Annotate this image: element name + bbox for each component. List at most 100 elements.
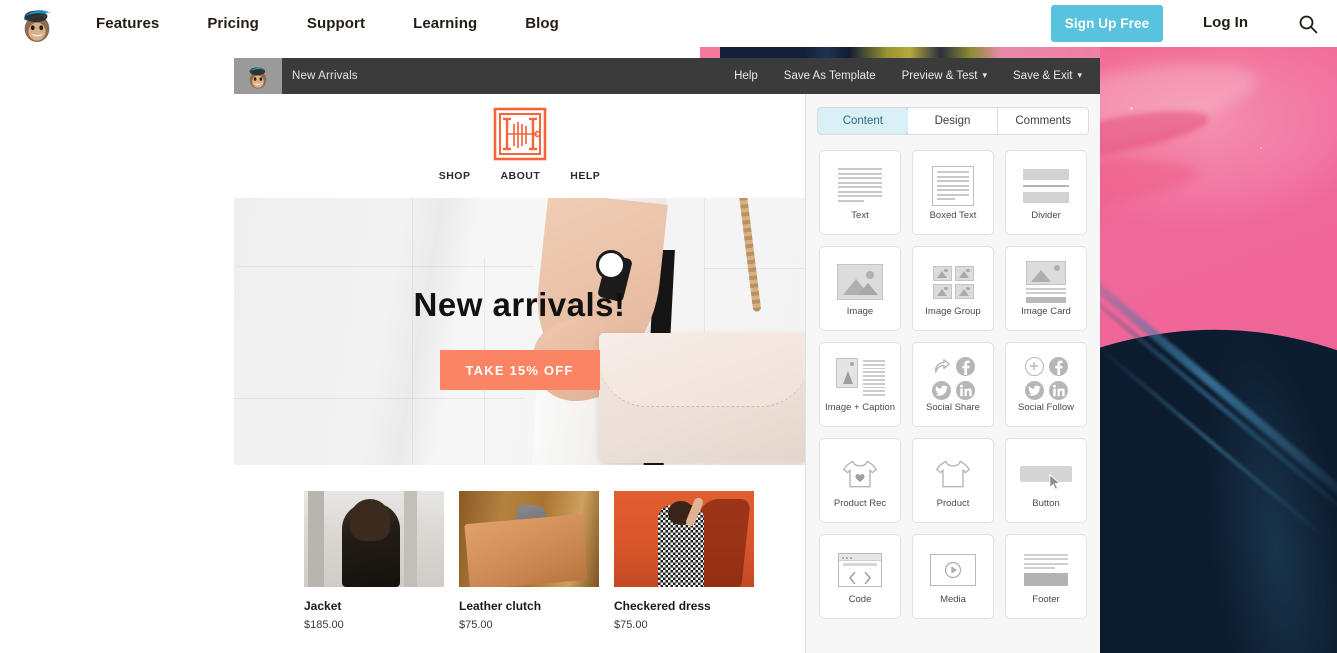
preview-and-test-label: Preview & Test bbox=[901, 70, 978, 82]
email-nav-help[interactable]: HELP bbox=[570, 170, 600, 182]
sign-up-free-button[interactable]: Sign Up Free bbox=[1051, 5, 1163, 42]
product-item[interactable]: Checkered dress $75.00 bbox=[614, 491, 754, 631]
editor-actions: Help Save As Template Preview & Test ▾ Sa… bbox=[708, 70, 1100, 82]
product-price: $75.00 bbox=[614, 619, 648, 631]
marble-speck bbox=[1260, 147, 1262, 149]
nav-link-features[interactable]: Features bbox=[96, 15, 159, 32]
tab-content[interactable]: Content bbox=[818, 108, 909, 134]
background-image-sliver bbox=[720, 47, 1100, 58]
content-block-list: Text Boxed Text Divider Image Image Grou… bbox=[806, 135, 1100, 634]
block-label: Image Card bbox=[1021, 306, 1071, 317]
email-nav-links: SHOP ABOUT HELP bbox=[234, 170, 805, 182]
text-block-icon bbox=[838, 164, 882, 208]
block-image-group[interactable]: Image Group bbox=[912, 246, 994, 331]
block-product-rec[interactable]: Product Rec bbox=[819, 438, 901, 523]
tab-comments[interactable]: Comments bbox=[998, 108, 1088, 134]
twitter-icon bbox=[1024, 380, 1044, 400]
help-button[interactable]: Help bbox=[734, 70, 758, 82]
product-item[interactable]: Leather clutch $75.00 bbox=[459, 491, 599, 631]
nav-link-pricing[interactable]: Pricing bbox=[207, 15, 259, 32]
footer-block-icon bbox=[1024, 548, 1068, 592]
image-caption-block-icon bbox=[835, 356, 885, 400]
campaign-name-label: New Arrivals bbox=[292, 70, 358, 82]
block-label: Footer bbox=[1032, 594, 1060, 605]
site-header: Features Pricing Support Learning Blog S… bbox=[0, 0, 1337, 47]
linkedin-icon bbox=[955, 380, 975, 400]
play-icon bbox=[944, 561, 962, 579]
block-footer[interactable]: Footer bbox=[1005, 534, 1087, 619]
product-block-icon bbox=[933, 452, 973, 496]
block-label: Media bbox=[940, 594, 966, 605]
panel-tabs: Content Design Comments bbox=[817, 107, 1089, 135]
product-name: Checkered dress bbox=[614, 599, 711, 613]
image-block-icon bbox=[837, 260, 883, 304]
plus-icon bbox=[1024, 356, 1044, 376]
block-divider[interactable]: Divider bbox=[1005, 150, 1087, 235]
social-share-block-icon bbox=[931, 356, 975, 400]
log-in-link[interactable]: Log In bbox=[1203, 14, 1248, 31]
divider-block-icon bbox=[1023, 164, 1069, 208]
search-icon[interactable] bbox=[1298, 14, 1318, 34]
save-as-template-label: Save As Template bbox=[783, 70, 876, 82]
boxed-text-block-icon bbox=[932, 164, 974, 208]
save-and-exit-menu[interactable]: Save & Exit ▾ bbox=[1013, 70, 1082, 82]
marble-speck bbox=[1130, 107, 1133, 110]
block-image-caption[interactable]: Image + Caption bbox=[819, 342, 901, 427]
tab-design[interactable]: Design bbox=[907, 108, 999, 134]
linkedin-icon bbox=[1048, 380, 1068, 400]
product-image bbox=[459, 491, 599, 587]
block-label: Button bbox=[1032, 498, 1060, 509]
product-grid: Jacket $185.00 Leather clutch $75.00 Che… bbox=[234, 465, 805, 631]
media-block-icon bbox=[930, 548, 976, 592]
hero-block[interactable]: New arrivals! TAKE 15% OFF bbox=[234, 198, 805, 465]
button-block-icon bbox=[1020, 452, 1072, 496]
block-label: Divider bbox=[1031, 210, 1061, 221]
product-item[interactable]: Jacket $185.00 bbox=[304, 491, 444, 631]
nav-link-support[interactable]: Support bbox=[307, 15, 365, 32]
product-name: Leather clutch bbox=[459, 599, 542, 613]
block-label: Code bbox=[848, 594, 872, 605]
email-header-block[interactable]: SHOP ABOUT HELP bbox=[234, 94, 805, 198]
block-product[interactable]: Product bbox=[912, 438, 994, 523]
email-nav-shop[interactable]: SHOP bbox=[439, 170, 471, 182]
block-label: Social Follow bbox=[1018, 402, 1074, 413]
nav-link-learning[interactable]: Learning bbox=[413, 15, 477, 32]
editor-freddie-logo-icon[interactable] bbox=[234, 58, 282, 94]
block-social-follow[interactable]: Social Follow bbox=[1005, 342, 1087, 427]
social-follow-block-icon bbox=[1024, 356, 1068, 400]
block-label: Product bbox=[936, 498, 970, 509]
image-group-block-icon bbox=[932, 260, 974, 304]
facebook-icon bbox=[1048, 356, 1068, 376]
save-and-exit-label: Save & Exit bbox=[1013, 70, 1073, 82]
chevron-down-icon: ▾ bbox=[982, 70, 988, 80]
twitter-icon bbox=[931, 380, 951, 400]
block-media[interactable]: Media bbox=[912, 534, 994, 619]
main-nav: Features Pricing Support Learning Blog bbox=[96, 0, 607, 47]
block-image[interactable]: Image bbox=[819, 246, 901, 331]
block-code[interactable]: Code bbox=[819, 534, 901, 619]
product-rec-block-icon bbox=[840, 452, 880, 496]
cursor-arrow-icon bbox=[1049, 474, 1061, 490]
email-canvas[interactable]: SHOP ABOUT HELP New arrivals! TAKE 15% O… bbox=[234, 94, 805, 653]
preview-and-test-menu[interactable]: Preview & Test ▾ bbox=[902, 70, 987, 82]
block-label: Social Share bbox=[926, 402, 980, 413]
save-as-template-button[interactable]: Save As Template bbox=[784, 70, 876, 82]
product-name: Jacket bbox=[304, 599, 342, 613]
product-image bbox=[614, 491, 754, 587]
image-card-block-icon bbox=[1026, 260, 1066, 304]
help-label: Help bbox=[734, 70, 758, 82]
content-tool-panel: Content Design Comments Text Boxed Text … bbox=[805, 94, 1100, 653]
block-label: Image bbox=[846, 306, 874, 317]
block-text[interactable]: Text bbox=[819, 150, 901, 235]
block-image-card[interactable]: Image Card bbox=[1005, 246, 1087, 331]
block-boxed-text[interactable]: Boxed Text bbox=[912, 150, 994, 235]
mailchimp-freddie-logo-icon[interactable] bbox=[18, 4, 56, 44]
block-button[interactable]: Button bbox=[1005, 438, 1087, 523]
hero-cta-button[interactable]: TAKE 15% OFF bbox=[439, 350, 600, 390]
hero-title[interactable]: New arrivals! bbox=[234, 286, 805, 324]
email-nav-about[interactable]: ABOUT bbox=[500, 170, 540, 182]
block-social-share[interactable]: Social Share bbox=[912, 342, 994, 427]
nav-link-blog[interactable]: Blog bbox=[525, 15, 559, 32]
store-logo-mark-icon bbox=[492, 106, 548, 164]
page-root: Features Pricing Support Learning Blog S… bbox=[0, 0, 1337, 653]
